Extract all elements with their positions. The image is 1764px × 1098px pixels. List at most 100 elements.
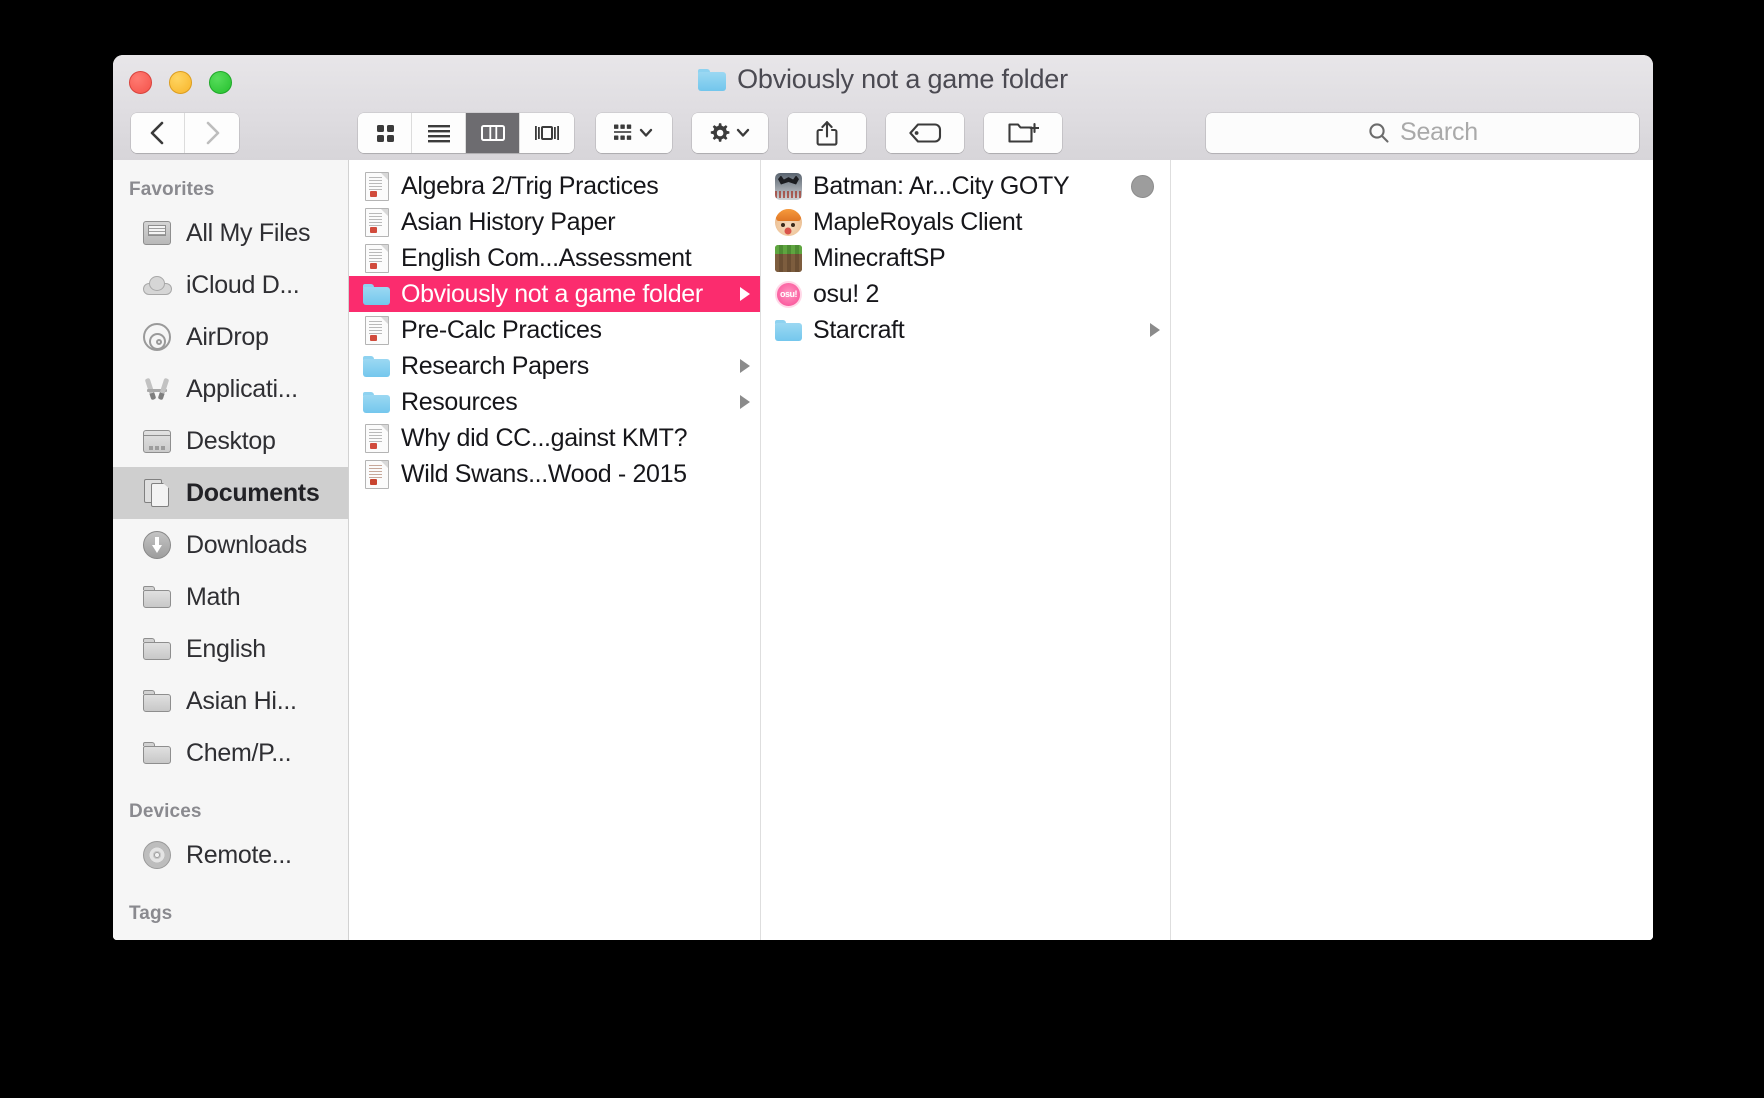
finder-toolbar: Search	[113, 105, 1653, 160]
sidebar-item-icloud-drive[interactable]: iCloud D...	[113, 259, 348, 311]
preview-column[interactable]	[1171, 160, 1653, 940]
folder-icon	[363, 353, 390, 380]
document-icon	[363, 207, 390, 237]
coverflow-view-button[interactable]	[520, 112, 574, 153]
list-item[interactable]: Starcraft	[761, 312, 1170, 348]
list-item-selected[interactable]: Obviously not a game folder	[349, 276, 760, 312]
icloud-drive-icon	[142, 270, 172, 300]
chevron-right-icon	[740, 359, 750, 373]
share-button[interactable]	[788, 112, 866, 153]
folder-icon	[142, 686, 172, 716]
sidebar-item-downloads[interactable]: Downloads	[113, 519, 348, 571]
sidebar-item-remote-disc[interactable]: Remote...	[113, 829, 348, 881]
list-view-button[interactable]	[412, 112, 466, 153]
app-name: MinecraftSP	[813, 243, 946, 272]
batman-app-icon	[775, 172, 802, 200]
applications-icon	[142, 374, 172, 404]
action-gear-button[interactable]	[692, 112, 768, 153]
list-item[interactable]: MinecraftSP	[761, 240, 1170, 276]
file-name: Asian History Paper	[401, 207, 616, 236]
search-field[interactable]: Search	[1206, 112, 1639, 153]
finder-window: Obviously not a game folder Search Favor…	[113, 55, 1653, 940]
finder-sidebar[interactable]: Favorites All My Files iCloud D... AirDr…	[113, 160, 349, 940]
sidebar-section-favorites-header: Favorites	[129, 179, 215, 200]
folder-icon	[142, 582, 172, 612]
sidebar-item-math[interactable]: Math	[113, 571, 348, 623]
folder-icon	[142, 738, 172, 768]
search-icon	[1369, 122, 1389, 143]
folder-name: Starcraft	[813, 315, 905, 344]
maximize-window-button[interactable]	[209, 71, 232, 94]
sidebar-item-label: All My Files	[186, 218, 311, 247]
column-browser: Algebra 2/Trig Practices Asian History P…	[349, 160, 1653, 940]
list-item[interactable]: MapleRoyals Client	[761, 204, 1170, 240]
list-item[interactable]: Asian History Paper	[349, 204, 760, 240]
folder-icon	[363, 389, 390, 416]
sidebar-item-airdrop[interactable]: AirDrop	[113, 311, 348, 363]
list-item[interactable]: Batman: Ar...City GOTY	[761, 168, 1170, 204]
sidebar-item-applications[interactable]: Applicati...	[113, 363, 348, 415]
sidebar-item-asian-history[interactable]: Asian Hi...	[113, 675, 348, 727]
document-icon	[363, 315, 390, 345]
sidebar-item-label: Desktop	[186, 426, 276, 455]
document-icon	[363, 171, 390, 201]
list-item[interactable]: Wild Swans...Wood - 2015	[349, 456, 760, 492]
osu-app-icon: osu!	[775, 280, 802, 308]
document-icon	[363, 243, 390, 273]
window-title: Obviously not a game folder	[113, 64, 1653, 95]
sidebar-item-documents[interactable]: Documents	[113, 467, 348, 519]
sidebar-item-desktop[interactable]: Desktop	[113, 415, 348, 467]
gear-icon	[710, 122, 730, 142]
new-folder-button[interactable]	[984, 112, 1062, 153]
sidebar-item-label: Chem/P...	[186, 738, 292, 767]
search-input[interactable]: Search	[1400, 118, 1478, 147]
edit-tags-button[interactable]	[886, 112, 964, 153]
list-item[interactable]: Pre-Calc Practices	[349, 312, 760, 348]
pdf-icon	[363, 459, 390, 489]
list-item[interactable]: Resources	[349, 384, 760, 420]
finder-body: Favorites All My Files iCloud D... AirDr…	[113, 160, 1653, 940]
column-view-button[interactable]	[466, 112, 520, 153]
folder-icon	[775, 317, 802, 344]
folder-icon	[363, 281, 390, 308]
sidebar-item-label: Remote...	[186, 840, 292, 869]
traffic-light-controls	[129, 71, 232, 94]
app-name: osu! 2	[813, 279, 880, 308]
close-window-button[interactable]	[129, 71, 152, 94]
documents-icon	[142, 478, 172, 508]
document-icon	[363, 423, 390, 453]
game-folder-column[interactable]: Batman: Ar...City GOTY MapleRoyals Clien…	[761, 160, 1171, 940]
sidebar-item-label: Math	[186, 582, 241, 611]
sidebar-item-label: Asian Hi...	[186, 686, 297, 715]
downloads-icon	[142, 530, 172, 560]
sidebar-item-label: iCloud D...	[186, 270, 300, 299]
window-title-text: Obviously not a game folder	[737, 64, 1068, 94]
all-my-files-icon	[142, 218, 172, 248]
sidebar-item-english[interactable]: English	[113, 623, 348, 675]
documents-column[interactable]: Algebra 2/Trig Practices Asian History P…	[349, 160, 761, 940]
list-item[interactable]: osu! osu! 2	[761, 276, 1170, 312]
sidebar-item-label: English	[186, 634, 266, 663]
list-item[interactable]: Research Papers	[349, 348, 760, 384]
sidebar-item-chem-physics[interactable]: Chem/P...	[113, 727, 348, 779]
list-item[interactable]: Why did CC...gainst KMT?	[349, 420, 760, 456]
airdrop-icon	[142, 322, 172, 352]
chevron-right-icon	[1150, 323, 1160, 337]
back-button[interactable]	[131, 112, 185, 153]
arrange-button[interactable]	[596, 112, 672, 153]
folder-icon	[698, 68, 727, 91]
icon-view-button[interactable]	[358, 112, 412, 153]
sidebar-item-label: Documents	[186, 478, 320, 507]
minimize-window-button[interactable]	[169, 71, 192, 94]
sidebar-item-all-my-files[interactable]: All My Files	[113, 207, 348, 259]
minecraft-app-icon	[775, 244, 802, 272]
forward-button[interactable]	[185, 112, 239, 153]
view-switcher-group	[358, 112, 574, 153]
list-item[interactable]: English Com...Assessment	[349, 240, 760, 276]
window-titlebar: Obviously not a game folder Search	[113, 55, 1653, 161]
mapleroyals-app-icon	[775, 208, 802, 236]
file-name: English Com...Assessment	[401, 243, 692, 272]
list-item[interactable]: Algebra 2/Trig Practices	[349, 168, 760, 204]
remote-disc-icon	[142, 840, 172, 870]
app-name: MapleRoyals Client	[813, 207, 1023, 236]
